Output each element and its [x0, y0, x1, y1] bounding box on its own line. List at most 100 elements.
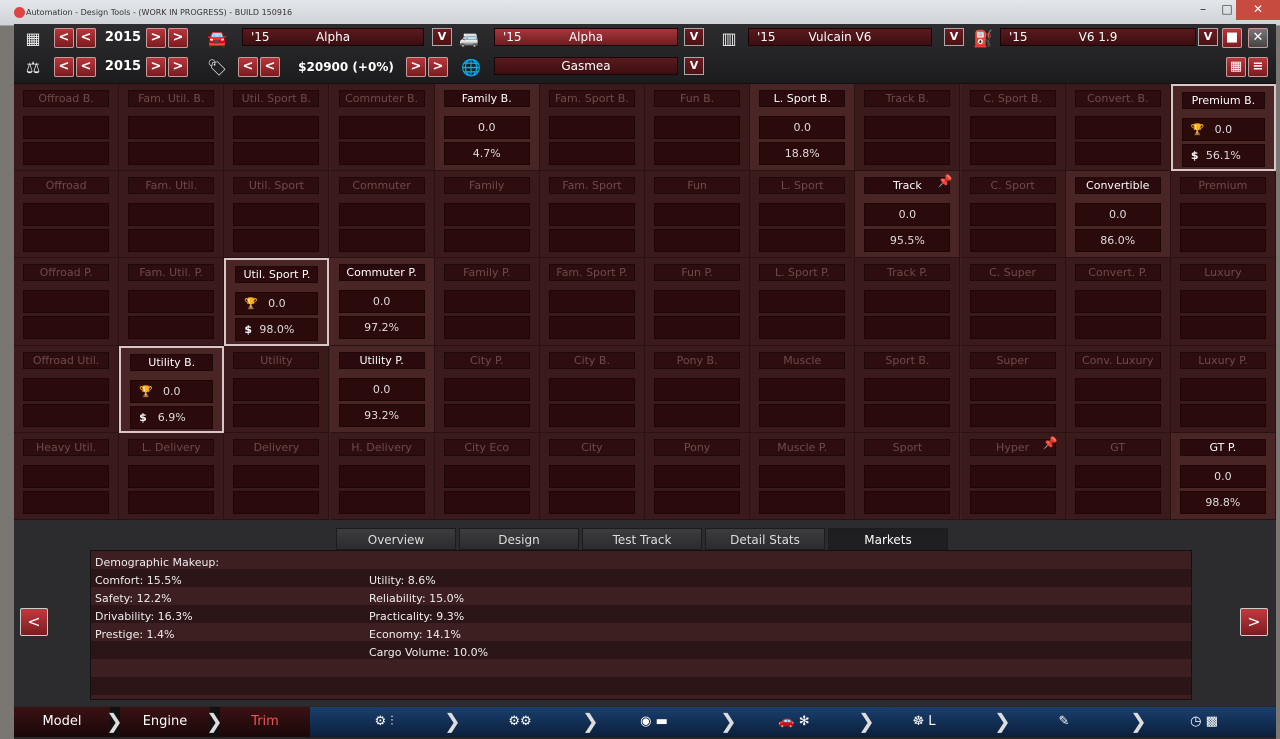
market-selector[interactable]: Gasmea: [494, 57, 678, 75]
market-cell[interactable]: Family P.: [434, 258, 540, 346]
market-cell[interactable]: Muscle: [750, 345, 856, 433]
market-cell[interactable]: Fam. Sport P.: [539, 258, 645, 346]
market-cell[interactable]: Offroad Util.: [14, 345, 120, 433]
market-cell[interactable]: Fun P.: [645, 258, 751, 346]
market-cell[interactable]: GT: [1065, 432, 1171, 520]
market-cell[interactable]: Premium: [1170, 171, 1276, 259]
year-next-fast-button[interactable]: >: [168, 28, 188, 48]
market-cell[interactable]: H. Delivery: [329, 432, 435, 520]
trim-dropdown-button[interactable]: V: [684, 28, 704, 46]
market-cell[interactable]: Track P.: [855, 258, 961, 346]
market-cell[interactable]: C. Super: [960, 258, 1066, 346]
market-cell[interactable]: Commuter: [329, 171, 435, 259]
prev-page-button[interactable]: <: [20, 608, 48, 636]
market-cell[interactable]: Luxury P.: [1170, 345, 1276, 433]
market-cell[interactable]: GT P. 0.0 98.8%: [1170, 432, 1276, 520]
market-cell[interactable]: Family B. 0.0 4.7%: [434, 84, 540, 172]
market-cell[interactable]: Offroad P.: [14, 258, 120, 346]
next-page-button[interactable]: >: [1240, 608, 1268, 636]
wheels-icon[interactable]: ⚙⚙: [490, 707, 550, 737]
close-window-button[interactable]: ✕: [1236, 0, 1280, 20]
market-cell[interactable]: Conv. Luxury: [1065, 345, 1171, 433]
market-cell[interactable]: C. Sport: [960, 171, 1066, 259]
tab-detail-stats[interactable]: Detail Stats: [705, 528, 825, 550]
market-cell[interactable]: Util. Sport B.: [224, 84, 330, 172]
tab-test-track[interactable]: Test Track: [582, 528, 702, 550]
market-cell[interactable]: Fam. Util. B.: [119, 84, 225, 172]
market-cell[interactable]: Track 0.0 95.5% 📌: [855, 171, 961, 259]
market-cell[interactable]: Fam. Sport: [539, 171, 645, 259]
chassis-icon[interactable]: ◉ ▬: [624, 707, 684, 737]
test-flag-icon[interactable]: ◷ ▩: [1174, 707, 1234, 737]
market-cell[interactable]: Utility B. 🏆 0.0 $6.9%: [119, 345, 225, 433]
market-cell[interactable]: Fun: [645, 171, 751, 259]
price-prev-fast-button[interactable]: <: [238, 57, 258, 77]
price-prev-button[interactable]: <: [260, 57, 280, 77]
market-cell[interactable]: Pony B.: [645, 345, 751, 433]
year2-prev-fast-button[interactable]: <: [54, 57, 74, 77]
model-selector[interactable]: '15 Alpha: [242, 28, 424, 46]
nav-engine[interactable]: Engine: [120, 707, 210, 737]
market-cell[interactable]: Heavy Util.: [14, 432, 120, 520]
grid-view-icon[interactable]: ▦: [1226, 57, 1246, 77]
market-cell[interactable]: Offroad B.: [14, 84, 120, 172]
year-prev-fast-button[interactable]: <: [54, 28, 74, 48]
market-cell[interactable]: Delivery: [224, 432, 330, 520]
tab-design[interactable]: Design: [459, 528, 579, 550]
market-cell[interactable]: Commuter P. 0.0 97.2%: [329, 258, 435, 346]
variant-selector[interactable]: '15 V6 1.9: [1000, 28, 1196, 46]
year2-next-fast-button[interactable]: >: [168, 57, 188, 77]
variant-dropdown-button[interactable]: V: [1198, 28, 1218, 46]
market-cell[interactable]: Utility: [224, 345, 330, 433]
market-cell[interactable]: Fun B.: [645, 84, 751, 172]
year2-next-button[interactable]: >: [146, 57, 166, 77]
close-icon[interactable]: ✕: [1248, 28, 1268, 48]
market-cell[interactable]: Utility P. 0.0 93.2%: [329, 345, 435, 433]
market-cell[interactable]: C. Sport B.: [960, 84, 1066, 172]
body-aero-icon[interactable]: 🚗 ✻: [744, 707, 844, 737]
market-cell[interactable]: Pony: [645, 432, 751, 520]
year-prev-button[interactable]: <: [76, 28, 96, 48]
market-cell[interactable]: Premium B. 🏆 0.0 $56.1%: [1170, 84, 1276, 172]
market-cell[interactable]: L. Sport P.: [750, 258, 856, 346]
market-cell[interactable]: Sport B.: [855, 345, 961, 433]
market-cell[interactable]: City Eco: [434, 432, 540, 520]
market-cell[interactable]: L. Sport B. 0.0 18.8%: [750, 84, 856, 172]
save-icon[interactable]: ■: [1222, 28, 1242, 48]
market-cell[interactable]: Super: [960, 345, 1066, 433]
market-cell[interactable]: Fam. Util. P.: [119, 258, 225, 346]
trim-selector[interactable]: '15 Alpha: [494, 28, 678, 46]
price-next-button[interactable]: >: [406, 57, 426, 77]
year2-prev-button[interactable]: <: [76, 57, 96, 77]
market-cell[interactable]: Convert. P.: [1065, 258, 1171, 346]
year-next-button[interactable]: >: [146, 28, 166, 48]
market-cell[interactable]: Util. Sport: [224, 171, 330, 259]
market-cell[interactable]: L. Sport: [750, 171, 856, 259]
market-cell[interactable]: Track B.: [855, 84, 961, 172]
tab-markets[interactable]: Markets: [828, 528, 948, 550]
market-cell[interactable]: Fam. Sport B.: [539, 84, 645, 172]
price-next-fast-button[interactable]: >: [428, 57, 448, 77]
gearbox-icon[interactable]: ⚙ ⫶: [354, 707, 414, 737]
market-cell[interactable]: Offroad: [14, 171, 120, 259]
minimize-button[interactable]: –: [1190, 0, 1216, 20]
engine-dropdown-button[interactable]: V: [944, 28, 964, 46]
market-cell[interactable]: Hyper 📌: [960, 432, 1066, 520]
market-cell[interactable]: Convert. B.: [1065, 84, 1171, 172]
interior-icon[interactable]: ☸ L: [894, 707, 954, 737]
engine-selector[interactable]: '15 Vulcain V6: [748, 28, 932, 46]
market-cell[interactable]: L. Delivery: [119, 432, 225, 520]
nav-trim[interactable]: Trim: [220, 707, 310, 737]
market-cell[interactable]: City B.: [539, 345, 645, 433]
market-cell[interactable]: Muscle P.: [750, 432, 856, 520]
tuning-icon[interactable]: ✎: [1044, 707, 1084, 737]
market-cell[interactable]: Fam. Util.: [119, 171, 225, 259]
tab-overview[interactable]: Overview: [336, 528, 456, 550]
market-cell[interactable]: Util. Sport P. 🏆 0.0 $98.0%: [224, 258, 330, 346]
market-dropdown-button[interactable]: V: [684, 57, 704, 75]
market-cell[interactable]: City P.: [434, 345, 540, 433]
market-cell[interactable]: Luxury: [1170, 258, 1276, 346]
list-view-icon[interactable]: ≡: [1248, 57, 1268, 77]
nav-model[interactable]: Model: [14, 707, 110, 737]
model-dropdown-button[interactable]: V: [432, 28, 452, 46]
